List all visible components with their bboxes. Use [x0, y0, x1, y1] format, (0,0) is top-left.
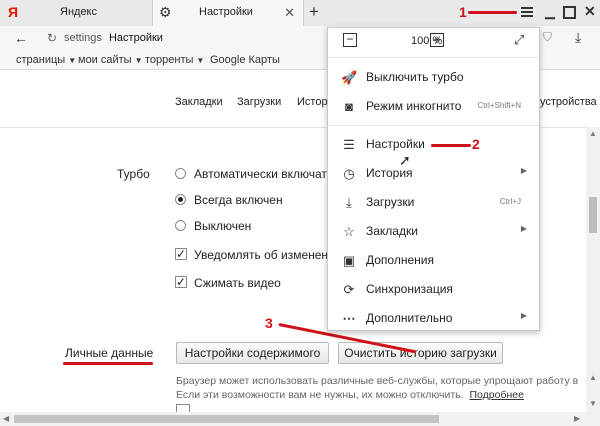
download-icon[interactable]: ⤓ [575, 29, 581, 46]
checkbox-checked[interactable]: ✓ [175, 248, 187, 260]
browser-menu: − 100 % + ⤢ 🚀 Выключить турбо ◙ Режим ин… [327, 27, 540, 331]
vertical-scrollbar[interactable]: ▲ ▲ ▼ [586, 127, 600, 413]
bookmark-folder[interactable]: торренты ▼ [145, 52, 204, 68]
nav-bookmarks[interactable]: Закладки [175, 96, 223, 108]
zoom-out-button[interactable]: − [343, 33, 357, 47]
shield-icon[interactable]: ⛉ [543, 30, 552, 45]
clock-icon: ◷ [343, 166, 355, 181]
scrollbar-thumb[interactable] [589, 197, 597, 233]
menu-separator [328, 57, 539, 58]
turbo-section-label: Турбо [117, 167, 150, 181]
scroll-up-icon[interactable]: ▲ [589, 373, 597, 382]
address-prefix: settings [64, 32, 102, 44]
yandex-logo-icon: Я [8, 4, 19, 20]
radio-button[interactable] [175, 220, 186, 231]
annotation-step-3: 3 [265, 315, 273, 331]
scroll-up-icon[interactable]: ▲ [589, 129, 597, 138]
minimize-icon[interactable]: ▁ [545, 4, 555, 20]
menu-item-sync[interactable]: ⟳ Синхронизация [328, 275, 539, 304]
annotation-line-2 [431, 144, 471, 147]
sync-icon: ⟳ [343, 282, 355, 297]
tab-settings[interactable]: ⚙ Настройки ✕ [152, 0, 304, 26]
menu-item-incognito[interactable]: ◙ Режим инкогнито Ctrl+Shift+N [328, 92, 539, 121]
content-settings-button[interactable]: Настройки содержимого [176, 342, 329, 364]
horizontal-scrollbar[interactable]: ◀ ▶ [0, 412, 600, 426]
address-field[interactable]: settings Настройки [64, 32, 163, 44]
submenu-arrow-icon: ▶ [520, 166, 527, 175]
shortcut-hint: Ctrl+Shift+N [477, 101, 521, 110]
menu-item-downloads[interactable]: ⤓ Загрузки Ctrl+J [328, 188, 539, 217]
window-close-icon[interactable]: ✕ [584, 3, 596, 20]
tab-label: Яндекс [60, 6, 97, 18]
chevron-down-icon: ▼ [134, 55, 143, 65]
scroll-right-icon[interactable]: ▶ [574, 414, 580, 423]
zoom-row: − 100 % + ⤢ [328, 28, 539, 56]
new-tab-plus-icon[interactable]: + [309, 2, 319, 22]
shortcut-hint: Ctrl+J [499, 197, 521, 206]
menu-hamburger-icon[interactable] [520, 5, 534, 19]
personal-description-2: Если эти возможности вам не нужны, их мо… [176, 389, 524, 401]
menu-item-history[interactable]: ◷ История ▶ [328, 159, 539, 188]
bookmark-folder[interactable]: страницы ▼ [16, 52, 76, 68]
zoom-in-button[interactable]: + [430, 33, 444, 47]
close-icon[interactable]: ✕ [284, 5, 295, 21]
tab-yandex[interactable]: Я Яндекс [0, 0, 150, 26]
settings-sliders-icon: ☰ [343, 137, 355, 152]
maximize-icon[interactable] [563, 6, 576, 19]
menu-separator [328, 125, 539, 126]
details-link[interactable]: Подробнее [469, 389, 523, 401]
tab-bar: Я Яндекс ⚙ Настройки ✕ + 1 ▁ ✕ [0, 0, 600, 27]
reload-icon[interactable]: ↻ [47, 31, 57, 45]
scroll-left-icon[interactable]: ◀ [3, 414, 9, 423]
addons-icon: ▣ [342, 253, 356, 268]
scrollbar-thumb[interactable] [14, 415, 439, 423]
tab-label: Настройки [199, 6, 253, 18]
annotation-step-1: 1 [459, 4, 467, 20]
personal-data-label: Личные данные [65, 346, 154, 360]
annotation-line-1 [468, 11, 517, 14]
radio-button[interactable] [175, 168, 186, 179]
scroll-down-icon[interactable]: ▼ [589, 399, 597, 408]
checkbox-checked[interactable]: ✓ [175, 276, 187, 288]
star-icon: ☆ [343, 224, 355, 239]
rocket-icon: 🚀 [341, 70, 358, 85]
personal-description: Браузер может использовать различные веб… [176, 375, 581, 387]
nav-devices[interactable]: устройства [540, 96, 597, 108]
address-title: Настройки [108, 32, 163, 44]
menu-item-turbo-off[interactable]: 🚀 Выключить турбо [328, 63, 539, 92]
gear-icon: ⚙ [159, 4, 172, 20]
menu-item-bookmarks[interactable]: ☆ Закладки ▶ [328, 217, 539, 246]
chevron-down-icon: ▼ [196, 55, 205, 65]
menu-item-addons[interactable]: ▣ Дополнения [328, 246, 539, 275]
annotation-underline [63, 362, 153, 365]
chevron-down-icon: ▼ [68, 55, 77, 65]
nav-history[interactable]: Истор [297, 96, 328, 108]
submenu-arrow-icon: ▶ [520, 224, 527, 233]
back-arrow-icon[interactable]: ← [14, 30, 28, 46]
nav-downloads[interactable]: Загрузки [237, 96, 281, 108]
mouse-cursor-icon: ➚ [399, 152, 411, 168]
menu-item-more[interactable]: ⋯ Дополнительно ▶ [328, 304, 539, 333]
bookmark-link[interactable]: Google Карты [210, 52, 280, 68]
incognito-icon: ◙ [345, 99, 353, 114]
radio-button-selected[interactable] [175, 194, 186, 205]
clear-download-history-button[interactable]: Очистить историю загрузки [338, 342, 503, 364]
submenu-arrow-icon: ▶ [520, 311, 527, 320]
fullscreen-icon[interactable]: ⤢ [514, 32, 524, 48]
more-dots-icon: ⋯ [342, 311, 356, 326]
annotation-step-2: 2 [472, 136, 480, 152]
download-icon: ⤓ [346, 195, 352, 210]
bookmark-folder[interactable]: мои сайты ▼ [78, 52, 143, 68]
